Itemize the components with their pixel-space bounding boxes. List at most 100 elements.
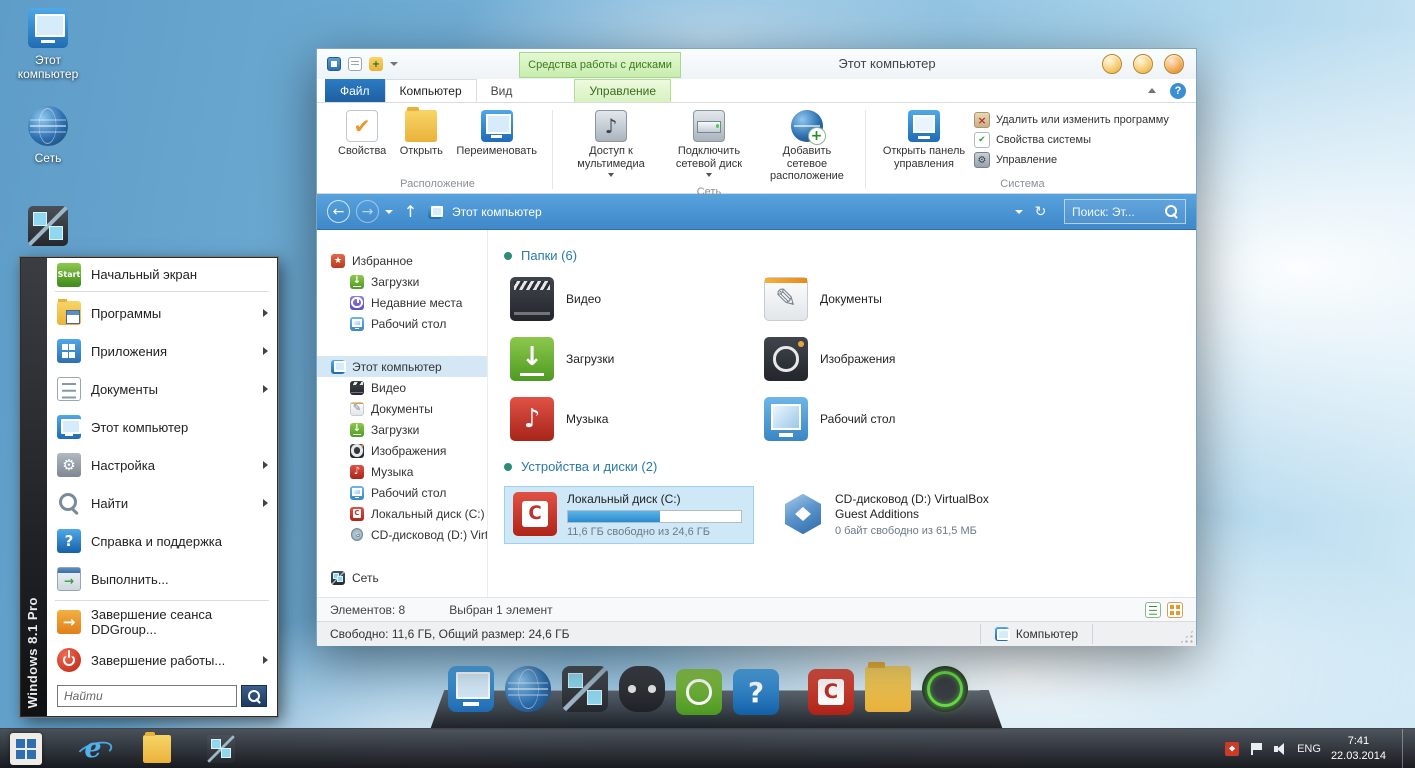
drives-group-header[interactable]: Устройства и диски (2) [504,459,1196,474]
tab-view[interactable]: Вид [477,79,527,102]
tab-manage[interactable]: Управление [574,79,672,102]
nav-item[interactable]: Видео [317,377,487,398]
tab-computer[interactable]: Компьютер [384,79,477,102]
media-access-button[interactable]: Доступ к мультимедиа [563,106,659,179]
properties-button[interactable]: Свойства [333,106,391,160]
new-folder-qat-icon[interactable] [369,57,383,71]
refresh-icon[interactable] [1029,200,1052,223]
green-app-icon [676,669,722,715]
start-menu-item[interactable]: Завершение работы... [47,641,277,679]
network-icon [331,570,345,585]
start-button[interactable] [0,729,52,768]
minimize-button[interactable] [1102,54,1122,74]
start-screen-item[interactable]: Start Начальный экран [47,260,277,289]
back-button[interactable] [327,200,350,223]
nav-item[interactable]: Недавние места [317,292,487,313]
dock-item-network[interactable] [562,666,608,715]
folder-tile[interactable]: Изображения [758,335,1012,383]
add-network-location-button[interactable]: Добавить сетевое расположение [759,106,855,185]
dock-item-computer[interactable] [448,666,494,715]
drive-tile[interactable]: Локальный диск (C:) 11,6 ГБ свободно из 2… [504,486,754,544]
action-center-icon[interactable] [1249,742,1263,756]
start-search-button[interactable] [241,685,267,707]
thumbnails-view-icon[interactable] [1167,601,1183,618]
resize-grip[interactable] [1179,629,1194,644]
nav-item[interactable]: Изображения [317,440,487,461]
minimize-ribbon-icon[interactable] [1148,88,1156,93]
volume-icon[interactable] [1273,742,1287,756]
details-view-icon[interactable] [1145,601,1161,618]
desktop-icon-network-places[interactable] [8,206,88,246]
recent-locations-icon[interactable] [385,209,393,214]
control-panel-button[interactable]: Открыть панель управления [876,106,972,172]
address-dropdown-icon[interactable] [1015,209,1023,214]
nav-item[interactable]: Загрузки [317,271,487,292]
folder-tile[interactable]: Рабочий стол [758,395,1012,443]
start-menu-item[interactable]: Найти [47,484,277,522]
desktop-icon [350,485,364,500]
address-path[interactable]: Этот компьютер [452,205,542,219]
maximize-button[interactable] [1133,54,1153,74]
folder-tile[interactable]: Видео [504,275,758,323]
tab-file[interactable]: Файл [325,79,385,102]
folder-tile[interactable]: Музыка [504,395,758,443]
map-network-drive-button[interactable]: Подключить сетевой диск [661,106,757,179]
search-box[interactable]: Поиск: Эт... [1064,199,1186,224]
language-indicator[interactable]: ENG [1297,743,1321,755]
dock-item-help[interactable] [733,669,779,715]
up-button[interactable] [399,200,422,223]
start-menu-item[interactable]: Документы [47,370,277,408]
start-menu-item[interactable]: Выполнить... [47,560,277,598]
dock-item-globe[interactable] [505,666,551,715]
start-menu-item[interactable]: Справка и поддержка [47,522,277,560]
drive-info: 0 байт свободно из 61,5 МБ [835,525,977,537]
clock[interactable]: 7:41 22.03.2014 [1331,734,1386,763]
show-desktop-button[interactable] [1402,728,1411,768]
nav-item[interactable]: Загрузки [317,419,487,440]
rename-button[interactable]: Переименовать [451,106,542,160]
folder-tile[interactable]: Документы [758,275,1012,323]
desktop-icon-this-pc[interactable]: Этот компьютер [8,8,88,82]
folders-group-header[interactable]: Папки (6) [504,248,1196,263]
nav-item[interactable]: Сеть [317,567,487,588]
nav-item[interactable]: Музыка [317,461,487,482]
dock-item-green-app[interactable] [676,669,722,715]
desktop-icon-network[interactable]: Сеть [8,106,88,165]
start-menu-item[interactable]: Программы [47,294,277,332]
titlebar[interactable]: Средства работы с дисками Этот компьютер [317,49,1196,79]
nav-item[interactable]: Рабочий стол [317,482,487,503]
uninstall-button[interactable]: Удалить или изменить программу [973,112,1169,128]
start-menu-item[interactable]: Настройка [47,446,277,484]
close-button[interactable] [1164,54,1184,74]
nav-item[interactable]: Рабочий стол [317,313,487,334]
folder-tile[interactable]: Загрузки [504,335,758,383]
dock-item-folder[interactable] [865,661,911,715]
drive-tile[interactable]: CD-дисковод (D:) VirtualBox Guest Additi… [772,486,1022,544]
nav-item[interactable]: CD-дисковод (D:) Virt [317,524,487,545]
taskbar: ENG 7:41 22.03.2014 [0,728,1415,768]
qat-dropdown-icon[interactable] [390,62,398,66]
tray-virtualbox-icon[interactable] [1225,741,1240,756]
nav-item[interactable]: Локальный диск (C:) [317,503,487,524]
system-properties-button[interactable]: Свойства системы [973,132,1169,148]
dock-item-disk-c[interactable] [808,669,854,715]
start-search-input[interactable] [57,685,237,707]
help-icon[interactable] [1170,83,1186,99]
manage-button[interactable]: Управление [973,152,1169,168]
start-menu-item[interactable]: Этот компьютер [47,408,277,446]
properties-qat-icon[interactable] [348,57,362,71]
taskbar-explorer-button[interactable] [134,729,180,768]
start-menu-item[interactable]: Завершение сеанса DDGroup... [47,603,277,641]
forward-button[interactable] [356,200,379,223]
nav-item[interactable]: Избранное [317,250,487,271]
nav-item[interactable]: Этот компьютер [317,356,487,377]
dock-item-power[interactable] [922,666,968,715]
taskbar-network-button[interactable] [198,729,244,768]
window-menu-icon[interactable] [327,57,341,71]
open-button[interactable]: Открыть [393,106,449,160]
dropdown-arrow-icon [607,173,614,178]
dock-item-gamepad[interactable] [619,666,665,715]
nav-item[interactable]: Документы [317,398,487,419]
start-menu-item[interactable]: Приложения [47,332,277,370]
taskbar-ie-button[interactable] [70,729,116,768]
